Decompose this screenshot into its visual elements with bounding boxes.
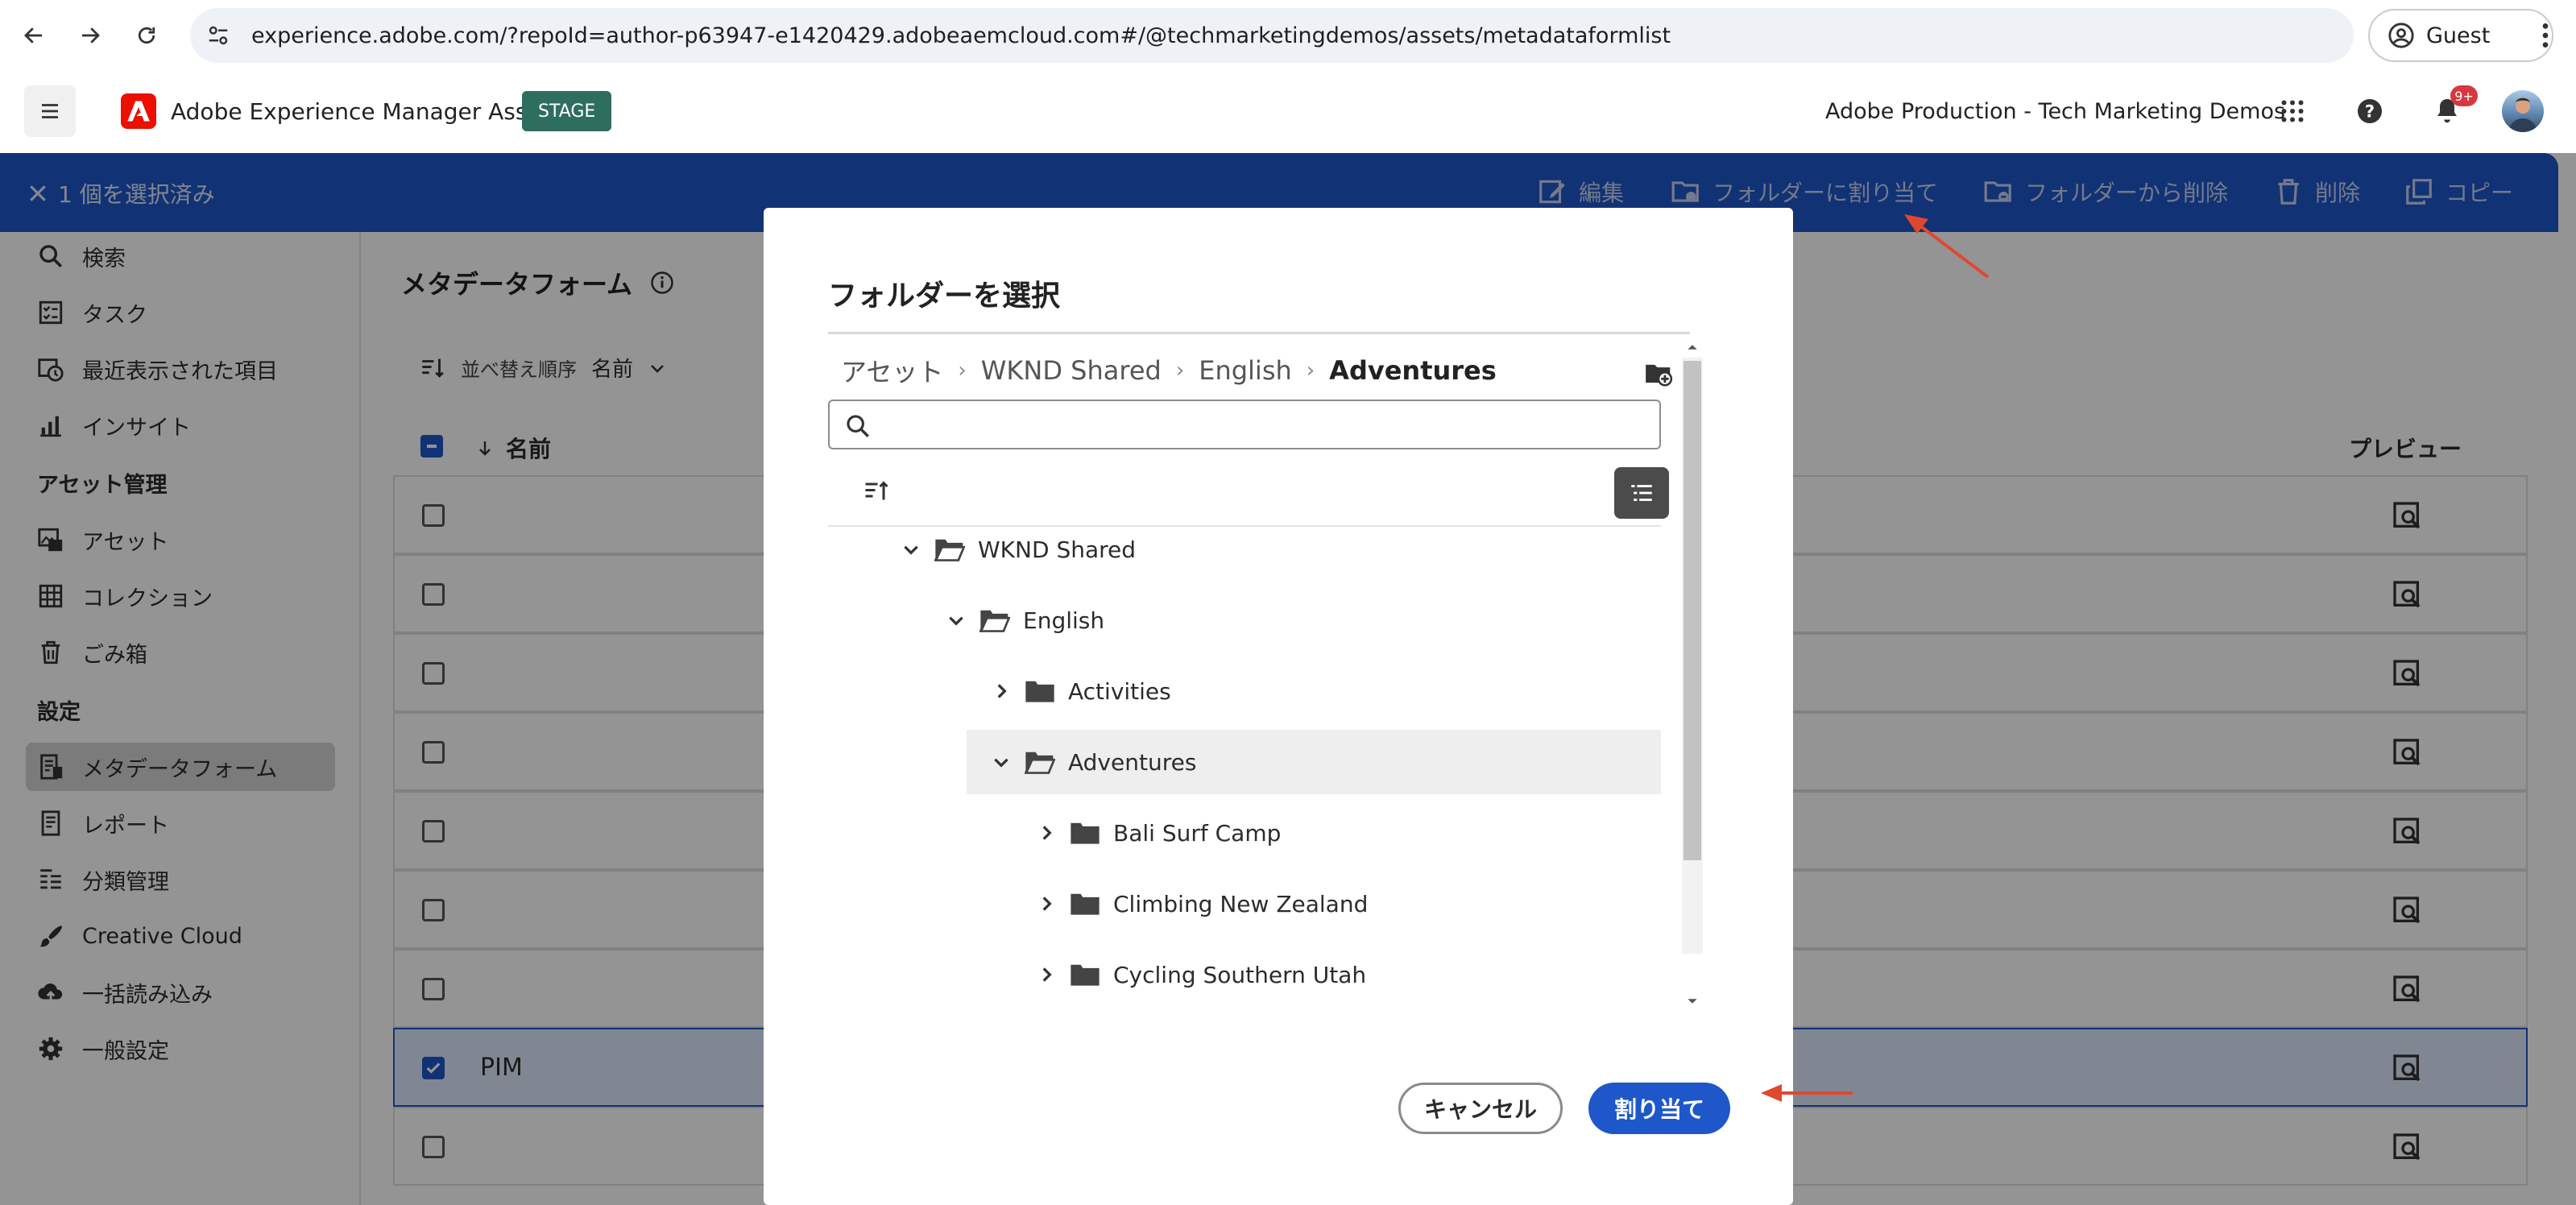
adobe-a-icon (127, 101, 150, 122)
notifications-button[interactable]: 9+ (2429, 85, 2478, 129)
tree-folder-cycling-southern-utah[interactable]: Cycling Southern Utah (1036, 942, 1366, 1007)
new-folder-icon[interactable] (1643, 358, 1674, 389)
list-view-toggle[interactable] (1614, 467, 1669, 519)
reload-button[interactable] (127, 16, 166, 55)
tree-folder-climbing-new-zealand[interactable]: Climbing New Zealand (1036, 872, 1368, 936)
dialog-title: フォルダーを選択 (828, 280, 1061, 313)
site-settings-icon[interactable] (206, 23, 230, 48)
tree-folder-english[interactable]: English (946, 588, 1104, 652)
back-button[interactable] (14, 16, 53, 55)
breadcrumb-separator: › (1306, 358, 1315, 383)
folder-icon (1071, 893, 1100, 915)
chevron-down-icon[interactable] (946, 610, 967, 631)
breadcrumb-item[interactable]: アセット (841, 352, 943, 389)
folder-open-icon (1025, 752, 1055, 774)
tree-folder-label: Climbing New Zealand (1113, 890, 1369, 917)
breadcrumb-current: Adventures (1329, 355, 1497, 386)
address-bar[interactable]: experience.adobe.com/?repoId=author-p639… (190, 8, 2354, 63)
hamburger-icon (42, 104, 58, 118)
tree-folder-label: WKND Shared (978, 536, 1137, 563)
tree-folder-activities[interactable]: Activities (991, 659, 1171, 723)
app-name[interactable]: Adobe Experience Manager Assets (171, 98, 561, 125)
tree-folder-label: Bali Surf Camp (1113, 819, 1282, 847)
more-vertical-icon[interactable] (2529, 19, 2562, 52)
select-folder-dialog: フォルダーを選択 アセット › WKND Shared › English › … (764, 208, 1793, 1205)
folder-search-input[interactable] (828, 400, 1661, 449)
menu-button[interactable] (24, 85, 76, 137)
tree-folder-bali-surf-camp[interactable]: Bali Surf Camp (1036, 801, 1281, 865)
tree-folder-label: Cycling Southern Utah (1113, 961, 1367, 988)
scroll-thumb[interactable] (1684, 361, 1701, 860)
breadcrumb-item[interactable]: WKND Shared (981, 355, 1162, 386)
adobe-logo (121, 93, 156, 129)
chevron-right-icon[interactable] (991, 681, 1012, 702)
cancel-button[interactable]: キャンセル (1398, 1083, 1563, 1134)
profile-label: Guest (2426, 23, 2491, 48)
help-icon: ? (2358, 99, 2382, 123)
org-switcher[interactable]: Adobe Production - Tech Marketing Demos (1825, 99, 2285, 124)
breadcrumb-item[interactable]: English (1199, 355, 1292, 386)
chevron-right-icon[interactable] (1036, 822, 1057, 843)
scroll-down-arrow[interactable] (1687, 996, 1698, 1007)
arrow-right-icon (82, 27, 100, 43)
apps-button[interactable] (2275, 93, 2310, 129)
profile-icon (2388, 23, 2414, 48)
folder-icon (1071, 822, 1100, 844)
tree-scrollbar[interactable] (1682, 333, 1704, 1004)
reload-icon (138, 27, 155, 44)
app-grid-icon (2281, 100, 2304, 122)
profile-button[interactable]: Guest (2368, 9, 2553, 62)
chevron-down-icon[interactable] (901, 539, 921, 560)
search-icon (847, 415, 869, 437)
folder-icon (1071, 964, 1100, 986)
folder-open-icon (979, 610, 1010, 632)
tree-folder-adventures[interactable]: Adventures (967, 730, 1661, 794)
folder-tree-viewport: WKND Shared English Activities Adventures Ba… (828, 527, 1661, 1026)
notification-badge: 9+ (2450, 85, 2478, 106)
scroll-up-arrow[interactable] (1687, 342, 1698, 353)
tree-folder-label: Activities (1068, 677, 1171, 705)
tree-folder-label: English (1023, 607, 1105, 634)
app-header: Adobe Experience Manager Assets STAGE Ad… (0, 71, 2576, 153)
avatar[interactable] (2502, 90, 2544, 132)
environment-badge: STAGE (522, 91, 612, 131)
arrow-left-icon (24, 27, 42, 43)
forward-button[interactable] (71, 16, 110, 55)
user-photo-icon (2508, 97, 2537, 132)
chevron-right-icon[interactable] (1036, 893, 1057, 914)
breadcrumb-separator: › (1175, 358, 1185, 383)
chevron-right-icon[interactable] (1036, 964, 1057, 985)
folder-open-icon (934, 539, 965, 561)
svg-text:?: ? (2365, 102, 2375, 122)
url-text[interactable]: experience.adobe.com/?repoId=author-p639… (251, 23, 1671, 48)
folder-icon (1025, 681, 1054, 702)
breadcrumb-separator: › (958, 358, 967, 383)
sort-icon[interactable] (862, 477, 891, 506)
tree-folder-label: Adventures (1068, 748, 1197, 776)
chevron-down-icon[interactable] (991, 752, 1012, 772)
help-button[interactable]: ? (2352, 93, 2388, 129)
tree-folder-wknd-shared[interactable]: WKND Shared (901, 527, 1136, 582)
tree-toolbar (828, 458, 1669, 527)
browser-toolbar: experience.adobe.com/?repoId=author-p639… (0, 0, 2576, 71)
list-view-icon (1631, 485, 1652, 501)
assign-button[interactable]: 割り当て (1588, 1083, 1730, 1134)
